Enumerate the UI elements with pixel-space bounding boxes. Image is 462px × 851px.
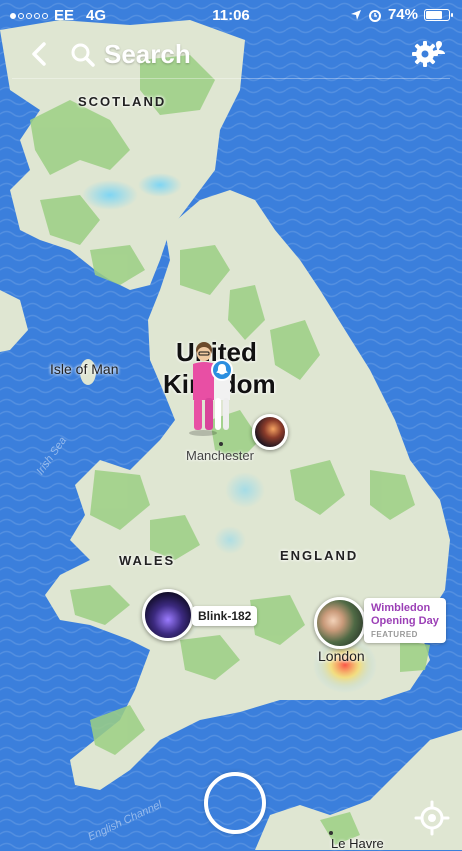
label-le-havre: Le Havre (331, 836, 384, 851)
featured-title: Wimbledon Opening Day (371, 602, 439, 627)
story-label-blink[interactable]: Blink-182 (192, 606, 258, 626)
battery-icon (424, 8, 453, 21)
top-bar: Search (0, 30, 462, 78)
search-button[interactable]: Search (104, 39, 191, 70)
label-isle-of-man: Isle of Man (50, 361, 119, 377)
label-wales: WALES (119, 553, 176, 568)
alarm-icon (368, 9, 381, 22)
bitmoji-avatar[interactable] (188, 340, 238, 436)
gear-icon[interactable] (410, 36, 446, 72)
status-bar: EE 4G 11:06 74% (0, 0, 462, 30)
chevron-left-icon[interactable] (28, 40, 52, 68)
location-arrow-icon (350, 9, 361, 20)
label-manchester: Manchester (186, 448, 254, 463)
search-icon[interactable] (70, 42, 96, 68)
story-thumbnail-blink[interactable] (142, 589, 194, 641)
featured-badge: FEATURED (371, 630, 418, 639)
battery-percent: 74% (387, 6, 418, 23)
camera-capture-button[interactable] (204, 772, 266, 834)
status-right: 74% (350, 6, 453, 23)
top-divider (12, 78, 450, 79)
label-london: London (318, 648, 365, 664)
locate-icon[interactable] (414, 800, 450, 836)
featured-story-card[interactable]: Wimbledon Opening Day FEATURED (364, 598, 446, 643)
story-thumbnail-manchester[interactable] (252, 414, 288, 450)
story-thumbnail-wimbledon[interactable] (314, 597, 366, 649)
label-scotland: SCOTLAND (78, 94, 167, 109)
label-england: ENGLAND (280, 548, 359, 563)
